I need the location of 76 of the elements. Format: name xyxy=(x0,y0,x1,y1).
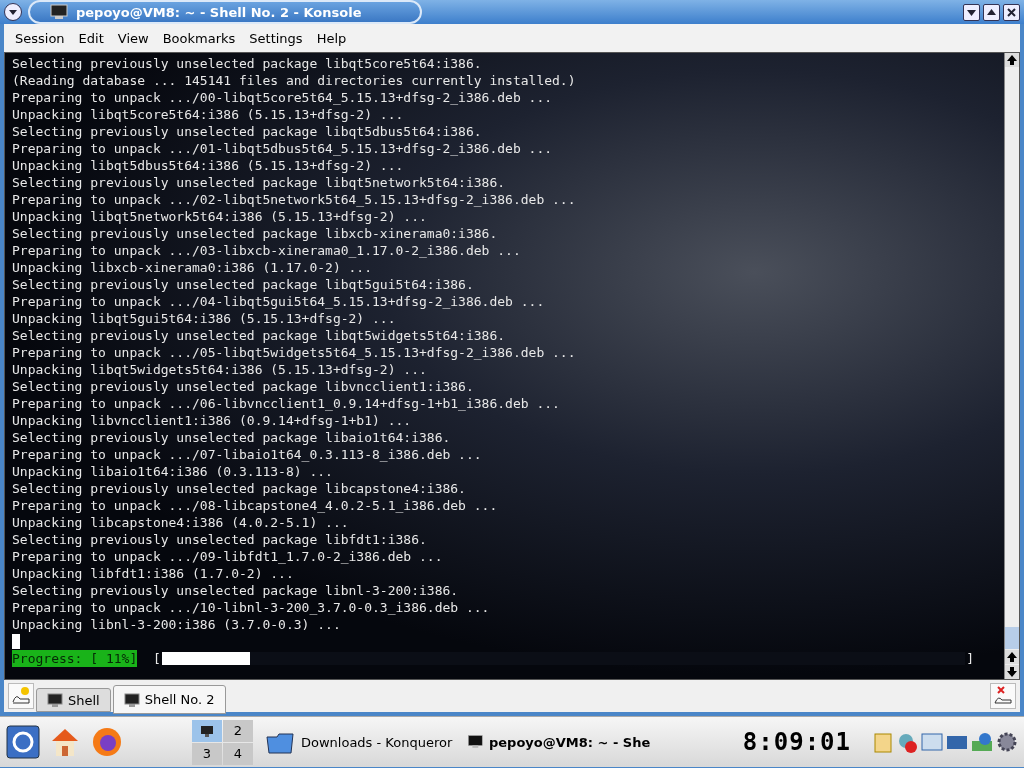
terminal-line: Preparing to unpack .../05-libqt5widgets5t64_5.15.13+dfsg-2_i386.deb ... xyxy=(12,344,577,361)
terminal-line: Unpacking libqt5gui5t64:i386 (5.15.13+dfsg-2) ... xyxy=(12,310,397,327)
caret-icon xyxy=(986,6,997,18)
terminal-icon xyxy=(47,693,63,707)
terminal-icon xyxy=(50,4,68,20)
menu-item[interactable]: Settings xyxy=(242,28,310,48)
close-icon xyxy=(1006,6,1017,18)
tab[interactable]: Shell xyxy=(36,688,111,712)
scroll-up-button[interactable] xyxy=(1005,53,1019,67)
terminal-line: Preparing to unpack .../02-libqt5network5t64_5.15.13+dfsg-2_i386.deb ... xyxy=(12,191,577,208)
terminal-line: Preparing to unpack .../06-libvncclient1_0.9.14+dfsg-1+b1_i386.deb ... xyxy=(12,395,561,412)
monitor-icon xyxy=(200,724,214,737)
gear-icon[interactable] xyxy=(996,731,1018,753)
terminal-line: Preparing to unpack .../03-libxcb-xinerama0_1.17.0-2_i386.deb ... xyxy=(12,242,522,259)
bracket: [ xyxy=(151,650,161,667)
desktop-button[interactable] xyxy=(192,719,222,742)
scroll-thumb[interactable] xyxy=(1005,627,1019,649)
terminal-line: Unpacking libxcb-xinerama0:i386 (1.17.0-2) ... xyxy=(12,259,374,276)
clock: 8:09:01 xyxy=(742,728,851,756)
terminal-line: Preparing to unpack .../00-libqt5core5t64_5.15.13+dfsg-2_i386.deb ... xyxy=(12,89,554,106)
terminal-line: Unpacking libqt5dbus5t64:i386 (5.15.13+dfsg-2) ... xyxy=(12,157,405,174)
window-title: pepoyo@VM8: ~ - Shell No. 2 - Konsole xyxy=(76,4,362,20)
clipboard-icon[interactable] xyxy=(873,731,893,753)
desktop-button[interactable]: 3 xyxy=(192,742,222,765)
terminal-line: Unpacking libqt5network5t64:i386 (5.15.13+dfsg-2) ... xyxy=(12,208,428,225)
terminal-line: Selecting previously unselected package libqt5gui5t64:i386. xyxy=(12,276,475,293)
terminal-line: Preparing to unpack .../09-libfdt1_1.7.0-2_i386.deb ... xyxy=(12,548,444,565)
terminal-line: Preparing to unpack .../07-libaio1t64_0.3.113-8_i386.deb ... xyxy=(12,446,483,463)
terminal-line: Selecting previously unselected package libxcb-xinerama0:i386. xyxy=(12,225,499,242)
terminal-line: Unpacking libcapstone4:i386 (4.0.2-5.1) ... xyxy=(12,514,350,531)
terminal-line: (Reading database ... 145141 files and directories currently installed.) xyxy=(12,72,577,89)
desktop-button[interactable]: 4 xyxy=(223,742,253,765)
k-menu-button[interactable] xyxy=(6,725,40,759)
terminal-line: Selecting previously unselected package libqt5network5t64:i386. xyxy=(12,174,507,191)
terminal-line: Selecting previously unselected package libvncclient1:i386. xyxy=(12,378,475,395)
terminal-line: Unpacking libnl-3-200:i386 (3.7.0-0.3) ... xyxy=(12,616,342,633)
menu-item[interactable]: Session xyxy=(8,28,72,48)
terminal-line: Preparing to unpack .../01-libqt5dbus5t64_5.15.13+dfsg-2_i386.deb ... xyxy=(12,140,554,157)
terminal-line: Unpacking libvncclient1:i386 (0.9.14+dfsg-1+b1) ... xyxy=(12,412,413,429)
scroll-down-button[interactable] xyxy=(1005,665,1019,679)
taskbar-button[interactable]: Downloads - Konqueror xyxy=(261,729,457,755)
text-cursor xyxy=(12,634,20,649)
terminal-line: Unpacking libaio1t64:i386 (0.3.113-8) ... xyxy=(12,463,334,480)
taskbar-button[interactable]: pepoyo@VM8: ~ - She xyxy=(464,728,655,756)
terminal-line: Selecting previously unselected package libqt5core5t64:i386. xyxy=(12,55,483,72)
terminal-line: Unpacking libqt5widgets5t64:i386 (5.15.13+dfsg-2) ... xyxy=(12,361,428,378)
scrollbar[interactable] xyxy=(1004,53,1019,679)
terminal-line: Selecting previously unselected package libqt5widgets5t64:i386. xyxy=(12,327,507,344)
terminal-line: Unpacking libfdt1:i386 (1.7.0-2) ... xyxy=(12,565,295,582)
new-session-button[interactable] xyxy=(8,683,34,709)
close-session-button[interactable] xyxy=(990,683,1016,709)
menu-item[interactable]: Help xyxy=(309,28,354,48)
close-button[interactable] xyxy=(1003,3,1020,21)
tab[interactable]: Shell No. 2 xyxy=(112,685,226,714)
terminal-line: Selecting previously unselected package libcapstone4:i386. xyxy=(12,480,467,497)
terminal-line: Selecting previously unselected package libqt5dbus5t64:i386. xyxy=(12,123,483,140)
caret-icon xyxy=(8,8,18,16)
progress-label: Progress: [ 11%] xyxy=(12,650,138,667)
maximize-button[interactable] xyxy=(983,3,1000,21)
terminal-line: Preparing to unpack .../04-libqt5gui5t64_5.15.13+dfsg-2_i386.deb ... xyxy=(12,293,546,310)
menu-item[interactable]: Edit xyxy=(71,28,111,48)
terminal-line: Selecting previously unselected package libfdt1:i386. xyxy=(12,531,428,548)
terminal-icon xyxy=(123,692,140,707)
scroll-up-button[interactable] xyxy=(1005,650,1019,664)
browser-icon[interactable] xyxy=(90,725,124,759)
terminal-line: Selecting previously unselected package libnl-3-200:i386. xyxy=(12,582,460,599)
terminal-line: Selecting previously unselected package libaio1t64:i386. xyxy=(12,429,452,446)
terminal-line: Unpacking libqt5core5t64:i386 (5.15.13+dfsg-2) ... xyxy=(12,106,405,123)
desktop-button[interactable]: 2 xyxy=(223,719,253,742)
terminal-line: Preparing to unpack .../08-libcapstone4_4.0.2-5.1_i386.deb ... xyxy=(12,497,499,514)
minimize-button[interactable] xyxy=(963,3,980,21)
menu-item[interactable]: Bookmarks xyxy=(155,28,243,48)
bracket: ] xyxy=(966,650,974,667)
terminal-line: Preparing to unpack .../10-libnl-3-200_3.7.0-0.3_i386.deb ... xyxy=(12,599,491,616)
menu-item[interactable]: View xyxy=(110,28,156,48)
window-menu-button[interactable] xyxy=(4,3,22,21)
